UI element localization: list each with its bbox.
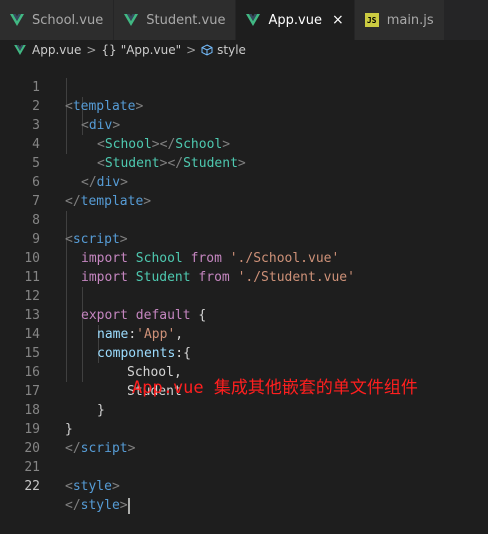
code-line: 7 — [0, 173, 488, 209]
tab-label: App.vue — [268, 12, 322, 28]
tab-label: main.js — [386, 12, 434, 28]
vue-icon — [10, 14, 24, 26]
code-line: 5 </div> — [0, 135, 488, 190]
code-line: 8 <script> — [0, 192, 488, 247]
breadcrumb-symbol[interactable]: "App.vue" — [121, 43, 181, 57]
vue-icon — [246, 14, 261, 26]
code-editor[interactable]: 1 <template> 2 <div> 3 <School></School>… — [0, 59, 488, 514]
code-line: 10 import Student from './Student.vue' — [0, 230, 488, 285]
close-icon[interactable]: × — [332, 12, 344, 28]
tab-bar: School.vue Student.vue App.vue × JS main… — [0, 0, 488, 40]
code-line: 20 — [0, 420, 488, 456]
code-line: 19 </script> — [0, 401, 488, 456]
breadcrumb-section[interactable]: style — [217, 43, 246, 57]
code-line: 4 <Student></Student> — [0, 116, 488, 171]
code-line: 13 name:'App', — [0, 287, 488, 342]
tab-main-js[interactable]: JS main.js — [354, 0, 445, 40]
tab-label: School.vue — [32, 12, 104, 28]
code-line: 6 </template> — [0, 154, 488, 209]
tab-app-vue[interactable]: App.vue × — [236, 0, 355, 40]
breadcrumb: App.vue > {} "App.vue" > style — [0, 40, 488, 60]
tab-label: Student.vue — [146, 12, 226, 28]
annotation-text: App.vue 集成其他嵌套的单文件组件 — [132, 378, 418, 398]
code-line: 9 import School from './School.vue' — [0, 211, 488, 266]
code-line: 15 School, — [0, 325, 488, 380]
vue-icon — [124, 14, 139, 26]
text-cursor — [127, 497, 130, 514]
code-line: 2 <div> — [0, 78, 488, 133]
code-line-current: 22 </style> — [0, 458, 488, 514]
code-line: 12 export default { — [0, 268, 488, 323]
chevron-right-icon: > — [186, 43, 197, 57]
code-line: 21 <style> — [0, 439, 488, 494]
vue-icon — [14, 45, 26, 55]
code-line: 3 <School></School> — [0, 97, 488, 152]
js-icon: JS — [364, 13, 379, 27]
breadcrumb-file[interactable]: App.vue — [32, 43, 81, 57]
line-number: 22 — [24, 479, 40, 494]
tab-student-vue[interactable]: Student.vue — [114, 0, 237, 40]
braces-icon: {} — [101, 43, 117, 57]
code-line: 1 <template> — [0, 59, 488, 114]
code-line: 14 components:{ — [0, 306, 488, 361]
cube-icon — [201, 44, 213, 56]
tab-school-vue[interactable]: School.vue — [0, 0, 115, 40]
code-line: 11 — [0, 249, 488, 285]
code-line: 16 Student — [0, 344, 488, 399]
chevron-right-icon: > — [86, 43, 97, 57]
